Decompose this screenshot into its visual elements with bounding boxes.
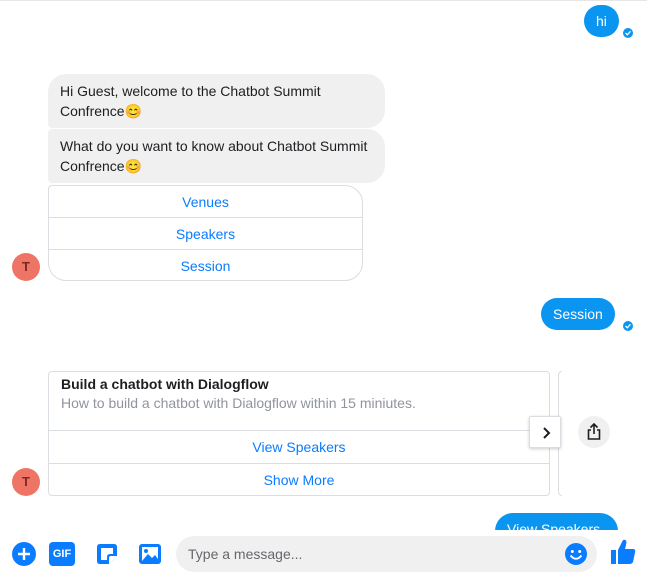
chevron-right-icon — [543, 427, 551, 439]
share-icon — [587, 423, 601, 440]
composer-bar: GIF — [0, 530, 647, 579]
bot-message-question: What do you want to know about Chatbot S… — [48, 129, 385, 183]
quick-reply-session[interactable]: Session — [49, 250, 362, 280]
quick-replies: Venues Speakers Session — [48, 185, 363, 281]
quick-reply-venues[interactable]: Venues — [49, 186, 362, 218]
seen-check-icon — [623, 321, 633, 331]
image-icon[interactable] — [137, 541, 163, 567]
sticker-icon[interactable] — [94, 541, 120, 567]
show-more-button[interactable]: Show More — [49, 463, 549, 495]
view-speakers-button[interactable]: View Speakers — [49, 430, 549, 463]
card-title: Build a chatbot with Dialogflow — [61, 376, 269, 392]
card-subtitle: How to build a chatbot with Dialogflow w… — [61, 395, 416, 411]
message-input[interactable] — [188, 536, 558, 572]
bot-avatar[interactable]: T — [12, 253, 40, 281]
user-message-session: Session — [541, 298, 615, 330]
message-text: Session — [553, 306, 603, 322]
user-message-hi: hi — [584, 5, 619, 37]
bot-message-welcome: Hi Guest, welcome to the Chatbot Summit … — [48, 74, 385, 128]
share-button[interactable] — [578, 416, 610, 448]
quick-reply-speakers[interactable]: Speakers — [49, 218, 362, 250]
message-text: What do you want to know about Chatbot S… — [60, 138, 368, 174]
like-icon[interactable] — [609, 538, 637, 566]
bot-avatar[interactable]: T — [12, 468, 40, 496]
template-card: Build a chatbot with Dialogflow How to b… — [48, 371, 550, 496]
carousel-next-button[interactable] — [529, 416, 561, 448]
emoji-icon[interactable] — [564, 542, 588, 566]
plus-icon[interactable] — [11, 541, 37, 567]
gif-button[interactable]: GIF — [49, 542, 75, 566]
seen-check-icon — [623, 28, 633, 38]
message-text: Hi Guest, welcome to the Chatbot Summit … — [60, 83, 321, 119]
gif-label: GIF — [52, 548, 72, 560]
message-input-container — [176, 536, 597, 572]
message-text: hi — [596, 13, 607, 29]
top-divider — [0, 0, 647, 1]
